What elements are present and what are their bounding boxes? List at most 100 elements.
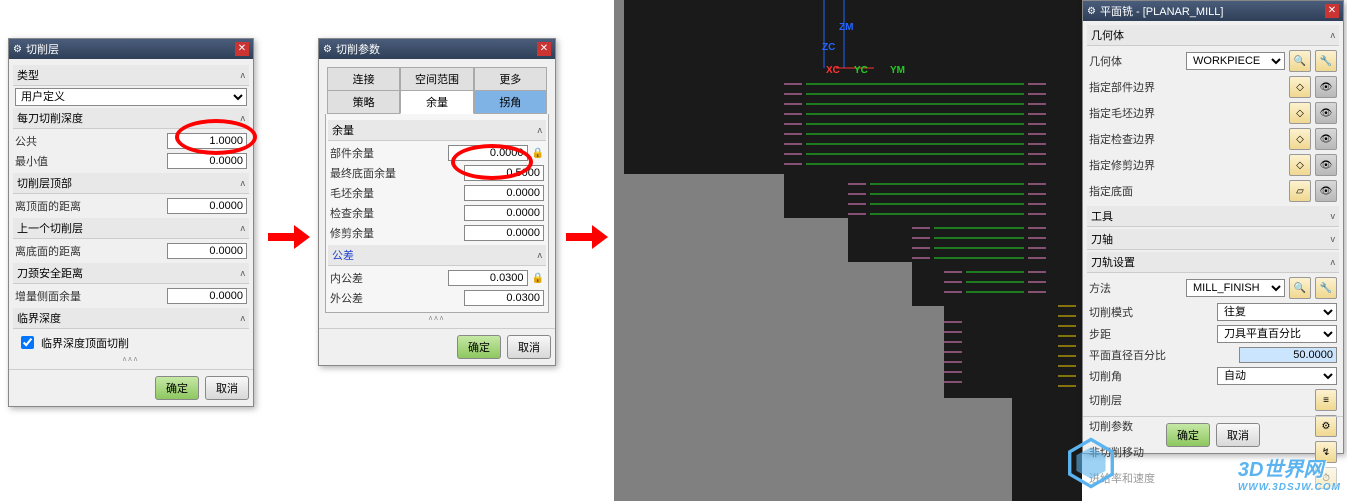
method-select[interactable]: MILL_FINISH [1186,279,1285,297]
section-critical[interactable]: 临界深度ᴧ [13,308,249,329]
gear-icon: ⚙ [323,44,332,55]
botdist-input[interactable] [167,243,247,259]
wrench-icon[interactable]: 🔧 [1315,277,1337,299]
section-depth[interactable]: 每刀切削深度ᴧ [13,108,249,129]
intol-input[interactable] [448,270,528,286]
trimb-label: 指定修剪边界 [1089,157,1285,173]
boundary-icon[interactable]: ◇ [1289,76,1311,98]
blank-label: 毛坯余量 [330,185,460,201]
cutmode-select[interactable]: 往复 [1217,303,1337,321]
close-icon[interactable]: ✕ [235,42,249,56]
boundary-icon[interactable]: ◇ [1289,128,1311,150]
check-input[interactable] [464,205,544,221]
lock-icon[interactable]: 🔒 [532,273,544,284]
outtol-input[interactable] [464,290,544,306]
axis-zm: ZM [839,22,853,33]
geom-select[interactable]: WORKPIECE [1186,52,1285,70]
step-label: 步距 [1089,326,1213,342]
wrench-icon[interactable]: 🔧 [1315,50,1337,72]
chevron-up-icon: ᴧ [241,113,246,123]
planar-mill-dialog: ⚙ 平面铣 - [PLANAR_MILL] ✕ 几何体ᴧ 几何体WORKPIEC… [1082,0,1344,454]
section-path[interactable]: 刀轨设置ᴧ [1087,252,1339,273]
section-tolerance[interactable]: 公差ᴧ [328,245,546,266]
cancel-button[interactable]: 取消 [1216,423,1260,447]
watermark: 3D世界网 WWW.3DSJW.COM [1238,453,1341,493]
botdist-label: 离底面的距离 [15,243,163,259]
section-tool[interactable]: 工具v [1087,206,1339,227]
axis-ym: YM [890,65,905,76]
chevron-up-icon: ᴧ [1331,30,1336,40]
show-icon[interactable]: 👁 [1315,154,1337,176]
cutlayer-label: 切削层 [1089,392,1311,408]
logo-icon [1063,435,1119,491]
tab-margin[interactable]: 余量 [400,90,473,114]
axis-yc: YC [854,65,868,76]
common-input[interactable] [167,133,247,149]
ok-button[interactable]: 确定 [155,376,199,400]
view-icon[interactable]: 🔍 [1289,50,1311,72]
part-label: 部件余量 [330,145,444,161]
chevron-up-icon: ᴧ [538,250,543,260]
ok-button[interactable]: 确定 [1166,423,1210,447]
blank-input[interactable] [464,185,544,201]
show-icon[interactable]: 👁 [1315,102,1337,124]
critical-checkbox[interactable] [21,336,34,349]
show-icon[interactable]: 👁 [1315,76,1337,98]
gear-icon: ⚙ [1087,6,1096,17]
method-label: 方法 [1089,280,1182,296]
part-input[interactable] [448,145,528,161]
cancel-button[interactable]: 取消 [205,376,249,400]
section-top[interactable]: 切削层顶部ᴧ [13,173,249,194]
topdist-label: 离顶面的距离 [15,198,163,214]
cutmode-label: 切削模式 [1089,304,1213,320]
outtol-label: 外公差 [330,290,460,306]
cancel-button[interactable]: 取消 [507,335,551,359]
tab-connect[interactable]: 连接 [327,67,400,91]
chevron-up-icon: ᴧ [241,313,246,323]
cutangle-label: 切削角 [1089,368,1213,384]
watermark-text: 3D世界网 [1238,459,1324,481]
type-select[interactable]: 用户定义 [15,88,247,106]
section-margin[interactable]: 余量ᴧ [328,120,546,141]
collapse-icon[interactable]: ᴧᴧᴧ [325,313,549,324]
section-prev[interactable]: 上一个切削层ᴧ [13,218,249,239]
lock-icon[interactable]: 🔒 [532,148,544,159]
collapse-icon[interactable]: ᴧᴧᴧ [15,354,247,365]
tab-strategy[interactable]: 策略 [327,90,400,114]
boundary-icon[interactable]: ◇ [1289,102,1311,124]
viewport[interactable]: ZM ZC XC YC YM [614,0,1082,501]
ok-button[interactable]: 确定 [457,335,501,359]
show-icon[interactable]: 👁 [1315,180,1337,202]
plane-icon[interactable]: ▱ [1289,180,1311,202]
step-select[interactable]: 刀具平直百分比 [1217,325,1337,343]
titlebar[interactable]: ⚙ 切削参数 ✕ [319,39,555,59]
section-axis[interactable]: 刀轴v [1087,229,1339,250]
min-label: 最小值 [15,153,163,169]
tab-space[interactable]: 空间范围 [400,67,473,91]
check-label: 检查余量 [330,205,460,221]
cutangle-select[interactable]: 自动 [1217,367,1337,385]
titlebar[interactable]: ⚙ 平面铣 - [PLANAR_MILL] ✕ [1083,1,1343,21]
sidemargin-input[interactable] [167,288,247,304]
min-input[interactable] [167,153,247,169]
sidemargin-label: 增量侧面余量 [15,288,163,304]
common-label: 公共 [15,133,163,149]
topdist-input[interactable] [167,198,247,214]
titlebar[interactable]: ⚙ 切削层 ✕ [9,39,253,59]
boundary-icon[interactable]: ◇ [1289,154,1311,176]
diam-input[interactable] [1239,347,1337,363]
close-icon[interactable]: ✕ [537,42,551,56]
section-type[interactable]: 类型ᴧ [13,65,249,86]
final-input[interactable] [464,165,544,181]
section-geom[interactable]: 几何体ᴧ [1087,25,1339,46]
view-icon[interactable]: 🔍 [1289,277,1311,299]
tab-corner[interactable]: 拐角 [474,90,547,114]
geom-label: 几何体 [1089,53,1182,69]
final-label: 最终底面余量 [330,165,460,181]
trim-input[interactable] [464,225,544,241]
tab-more[interactable]: 更多 [474,67,547,91]
layers-icon[interactable]: ≡ [1315,389,1337,411]
section-neck[interactable]: 刀颈安全距离ᴧ [13,263,249,284]
show-icon[interactable]: 👁 [1315,128,1337,150]
close-icon[interactable]: ✕ [1325,4,1339,18]
